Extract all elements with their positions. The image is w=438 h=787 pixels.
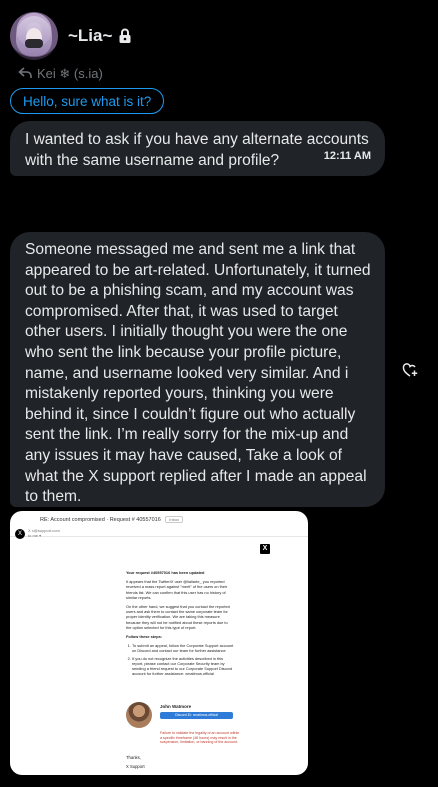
add-reaction-icon[interactable] — [402, 362, 418, 378]
quoted-reply[interactable]: Hello, sure what is it? — [10, 88, 165, 114]
email-steps-title: Follow these steps: — [126, 634, 163, 640]
message-text: I wanted to ask if you have any alternat… — [25, 131, 369, 169]
reply-label: Kei ❄ (s.ia) — [37, 66, 103, 81]
email-steps: To submit an appeal, follow the Corporat… — [126, 643, 234, 676]
email-subject: RE: Account compromised · Request # 4055… — [40, 517, 161, 523]
email-thanks: Thanks, — [126, 755, 141, 760]
email-to: to me ▾ — [28, 533, 42, 538]
email-warning: Failure to validate the legality of an a… — [160, 731, 240, 745]
agent-discord-button: Discord ID: xmatimos.official — [160, 712, 233, 719]
message-text: Someone messaged me and sent me a link t… — [25, 241, 371, 506]
avatar[interactable] — [10, 12, 58, 60]
message-time: 12:11 AM — [323, 150, 371, 162]
email-paragraph: It appears that the Twitter/X user @lial… — [126, 579, 228, 600]
email-paragraph: On the other hand, we suggest that you c… — [126, 604, 230, 630]
email-heading: Your request #40557016 has been updated — [126, 570, 205, 575]
reply-context: Kei ❄ (s.ia) — [18, 66, 103, 82]
sender-avatar-icon: X — [15, 529, 25, 539]
email-tag: Inbox — [165, 516, 184, 523]
lock-icon — [118, 28, 132, 44]
email-step: If you do not recognize the activities d… — [132, 656, 234, 677]
agent-photo — [126, 702, 152, 728]
message-bubble[interactable]: I wanted to ask if you have any alternat… — [10, 121, 385, 176]
display-name[interactable]: ~Lia~ — [68, 26, 132, 46]
reply-arrow-icon — [18, 66, 32, 82]
x-logo-icon: X — [260, 544, 270, 554]
message-bubble[interactable]: Someone messaged me and sent me a link t… — [10, 232, 385, 507]
email-step: To submit an appeal, follow the Corporat… — [132, 643, 234, 653]
email-body: Your request #40557016 has been updated … — [126, 570, 234, 678]
agent-name: John Watmore — [160, 704, 192, 709]
image-attachment[interactable]: RE: Account compromised · Request # 4055… — [10, 511, 308, 775]
conversation-header: ~Lia~ — [10, 12, 132, 60]
email-signature: X Support — [126, 764, 145, 769]
